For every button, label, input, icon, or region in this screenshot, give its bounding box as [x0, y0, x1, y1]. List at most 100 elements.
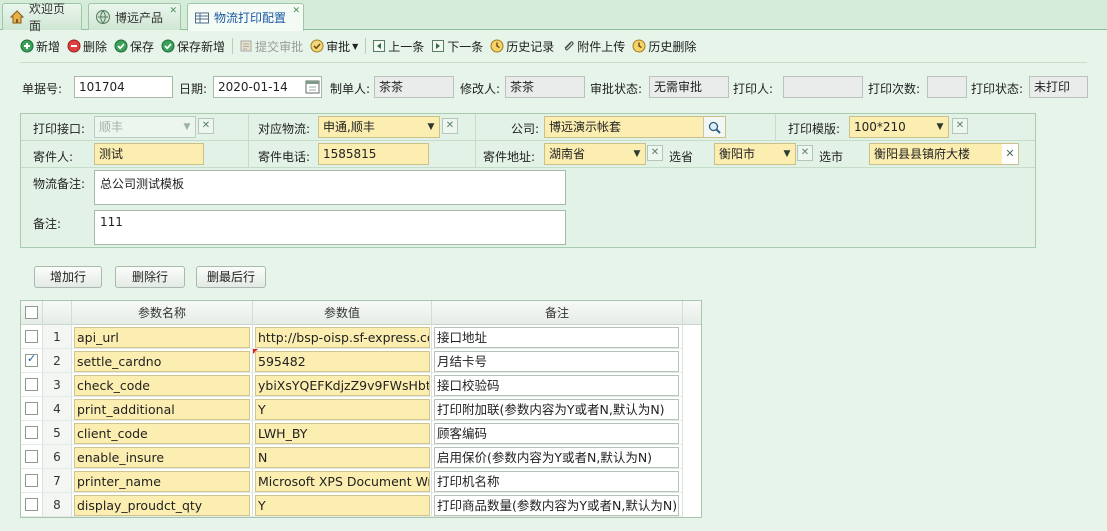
param-value-input[interactable]: 595482 [255, 351, 430, 372]
row-checkbox[interactable] [25, 352, 38, 367]
table-row[interactable]: 7printer_nameMicrosoft XPS Document Writ… [21, 469, 701, 493]
clear-icon[interactable]: ✕ [442, 118, 458, 134]
param-name-input[interactable]: check_code [74, 375, 250, 396]
search-icon[interactable] [703, 117, 725, 137]
tab-welcome[interactable]: 欢迎页面 [2, 2, 82, 33]
city-select[interactable]: 衡阳市 ▼ [714, 143, 796, 165]
row-checkbox[interactable] [25, 378, 38, 391]
param-value-input[interactable]: LWH_BY [255, 423, 430, 444]
date-value: 2020-01-14 [218, 80, 288, 94]
logistics-select[interactable]: 申通,顺丰 ▼ [318, 116, 440, 138]
close-icon[interactable]: ✕ [292, 6, 300, 16]
param-name-input[interactable]: printer_name [74, 471, 250, 492]
table-row[interactable]: 3check_codeybiXsYQEFKdjzZ9v9FWsHbtYj8接口校… [21, 373, 701, 397]
tab-label: 欢迎页面 [29, 2, 66, 33]
add-button[interactable]: 新增 [20, 38, 60, 55]
table-row[interactable]: 1 api_url http://bsp-oisp.sf-express.com 接口… [21, 325, 701, 349]
param-note-input[interactable]: 接口校验码 [434, 375, 679, 396]
save-button[interactable]: 保存 [114, 38, 154, 55]
close-icon[interactable]: ✕ [169, 6, 177, 16]
next-record-button[interactable]: 下一条 [431, 38, 483, 55]
param-name-input[interactable]: client_code [74, 423, 250, 444]
row-checkbox[interactable] [25, 474, 38, 487]
tab-products[interactable]: 博远产品 ✕ [88, 3, 181, 30]
doc-no-field[interactable]: 101704 [74, 76, 173, 98]
clear-icon[interactable]: ✕ [952, 118, 968, 134]
logistics-note-textarea[interactable]: 总公司测试模板 [94, 170, 566, 205]
history-button[interactable]: 历史记录 [490, 38, 554, 55]
param-name-cell: settle_cardno [72, 349, 253, 373]
param-name-input[interactable]: settle_cardno [74, 351, 250, 372]
column-header[interactable]: 参数值 [253, 301, 432, 325]
sender-field[interactable]: 测试 [94, 143, 204, 165]
param-note-input[interactable]: 启用保价(参数内容为Y或者N,默认为N) [434, 447, 679, 468]
param-name-input[interactable]: api_url [74, 327, 250, 348]
param-value-input[interactable]: Y [255, 399, 430, 420]
delete-row-button[interactable]: 删除行 [115, 266, 185, 288]
param-note-input[interactable]: 接口地址 [434, 327, 679, 348]
province-select[interactable]: 湖南省 ▼ [544, 143, 646, 165]
row-checkbox[interactable] [25, 498, 38, 511]
add-row-button[interactable]: 增加行 [34, 266, 102, 288]
row-number: 7 [43, 469, 72, 493]
row-checkbox[interactable] [25, 450, 38, 463]
toolbar-divider [20, 62, 1087, 63]
param-value-cell: http://bsp-oisp.sf-express.com [253, 325, 432, 349]
param-value-input[interactable]: Y [255, 495, 430, 516]
clear-icon[interactable]: ✕ [797, 145, 813, 161]
param-name-input[interactable]: print_additional [74, 399, 250, 420]
delete-last-row-button[interactable]: 删最后行 [196, 266, 266, 288]
chevron-down-icon[interactable]: ▼ [629, 144, 645, 164]
previous-record-button[interactable]: 上一条 [372, 38, 424, 55]
param-note-input[interactable]: 月结卡号 [434, 351, 679, 372]
table-row[interactable]: 4 print_additional Y 打印附加联(参数内容为Y或者N,默认为N) [21, 397, 701, 421]
company-field[interactable]: 博远演示帐套 [544, 116, 726, 138]
approve-button[interactable]: 审批 ▼ [310, 38, 358, 55]
row-checkbox-cell [21, 397, 43, 421]
approval-status-field: 无需审批 [649, 76, 729, 98]
creator-field: 茶茶 [374, 76, 454, 98]
clear-icon[interactable]: ✕ [647, 145, 663, 161]
row-checkbox[interactable] [25, 426, 38, 439]
param-value-cell: Y [253, 397, 432, 421]
history-delete-button[interactable]: 历史删除 [632, 38, 696, 55]
delete-button[interactable]: 删除 [67, 38, 107, 55]
save-icon [114, 39, 128, 53]
submit-approval-button[interactable]: 提交审批 [239, 38, 303, 55]
row-checkbox[interactable] [25, 330, 38, 343]
chevron-down-icon[interactable]: ▼ [932, 117, 948, 137]
clear-icon[interactable]: ✕ [1002, 144, 1018, 164]
date-field[interactable]: 2020-01-14 [213, 76, 322, 98]
tab-logistics-print-config[interactable]: 物流打印配置 ✕ [187, 3, 304, 31]
clear-icon[interactable]: ✕ [198, 118, 214, 134]
history-delete-icon [632, 39, 646, 53]
template-select[interactable]: 100*210 ▼ [849, 116, 949, 138]
column-header[interactable]: 备注 [432, 301, 683, 325]
table-row[interactable]: 6 enable_insure N 启用保价(参数内容为Y或者N,默认为N) [21, 445, 701, 469]
district-field[interactable]: 衡阳县县镇府大楼 ✕ [869, 143, 1019, 165]
sender-phone-field[interactable]: 1585815 [318, 143, 429, 165]
param-name-input[interactable]: display_proudct_qty [74, 495, 250, 516]
history-icon [490, 39, 504, 53]
chevron-down-icon[interactable]: ▼ [779, 144, 795, 164]
param-value-input[interactable]: Microsoft XPS Document Writer [255, 471, 430, 492]
table-row[interactable]: 2settle_cardno595482月结卡号 [21, 349, 701, 373]
attachment-upload-button[interactable]: 附件上传 [561, 38, 625, 55]
param-note-input[interactable]: 打印机名称 [434, 471, 679, 492]
param-note-input[interactable]: 打印商品数量(参数内容为Y或者N,默认为N) [434, 495, 679, 516]
param-value-input[interactable]: http://bsp-oisp.sf-express.com [255, 327, 430, 348]
note-textarea[interactable]: 111 [94, 210, 566, 245]
param-note-input[interactable]: 顾客编码 [434, 423, 679, 444]
chevron-down-icon[interactable]: ▼ [423, 117, 439, 137]
table-row[interactable]: 8 display_proudct_qty Y 打印商品数量(参数内容为Y或者N,默认… [21, 493, 701, 517]
table-row[interactable]: 5 client_code LWH_BY 顾客编码 [21, 421, 701, 445]
param-value-input[interactable]: N [255, 447, 430, 468]
param-note-input[interactable]: 打印附加联(参数内容为Y或者N,默认为N) [434, 399, 679, 420]
param-name-input[interactable]: enable_insure [74, 447, 250, 468]
select-all-checkbox[interactable] [25, 306, 38, 319]
row-checkbox[interactable] [25, 402, 38, 415]
save-add-button[interactable]: 保存新增 [161, 38, 225, 55]
column-header[interactable]: 参数名称 [72, 301, 253, 325]
calendar-icon[interactable] [305, 79, 320, 94]
param-value-input[interactable]: ybiXsYQEFKdjzZ9v9FWsHbtYj8 [255, 375, 430, 396]
